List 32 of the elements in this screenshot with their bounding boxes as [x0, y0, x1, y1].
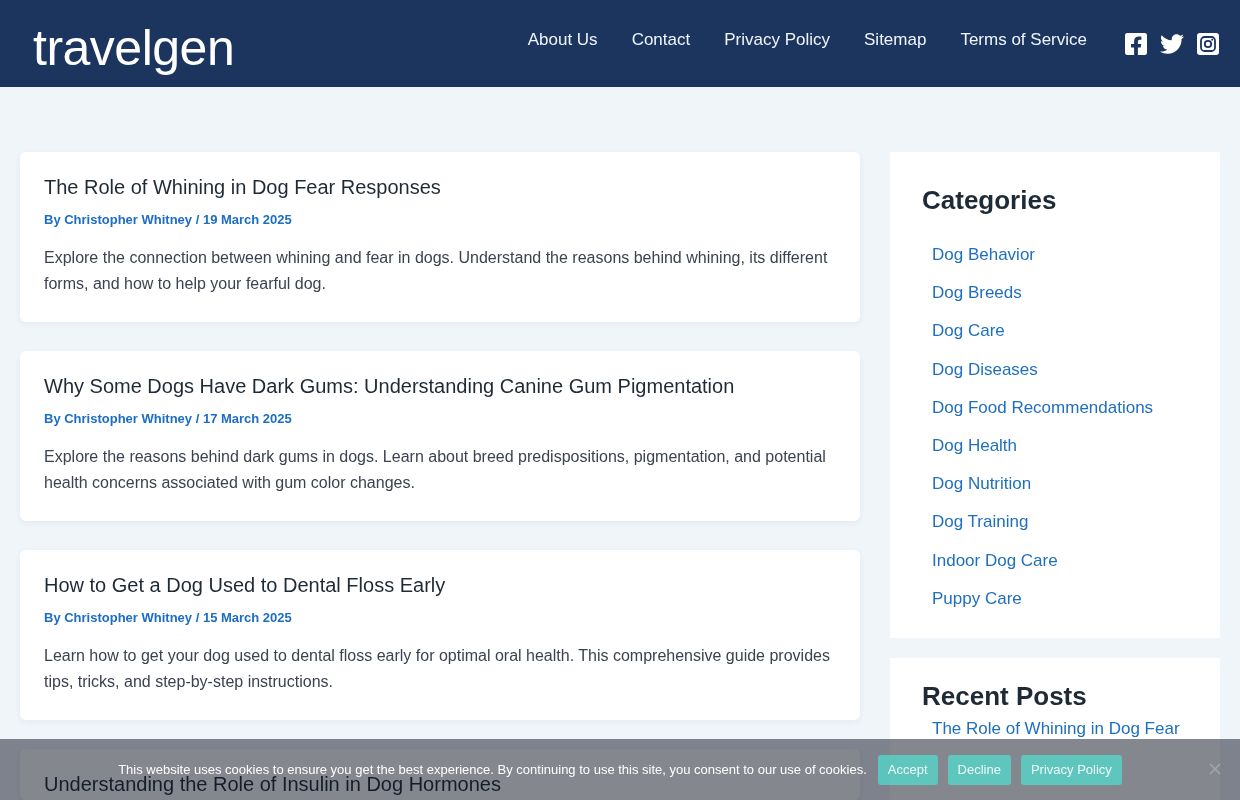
post-excerpt: Explore the connection between whining and fear in dogs. Understand the reasons behind whining, its different forms, and how to help your fearful dog.: [44, 248, 829, 294]
sidebar-link[interactable]: Dog Health: [932, 434, 1018, 459]
nav-link[interactable]: Contact: [631, 28, 691, 52]
nav-link[interactable]: Privacy Policy: [724, 28, 831, 52]
post-excerpt: Learn how to get your dog used to dental floss early for optimal oral health. This comprehensive guide provides tips, tricks, and step-by-step instructions.: [44, 646, 831, 692]
post-meta: By Christopher Whitney / 19 March 2025: [44, 211, 292, 229]
sidebar-link[interactable]: Dog Nutrition: [932, 472, 1032, 497]
sidebar-link[interactable]: Dog Breeds: [932, 281, 1022, 306]
twitter-icon[interactable]: [1160, 34, 1184, 54]
post-meta: By Christopher Whitney / 15 March 2025: [44, 609, 292, 627]
widget-title: Recent Posts: [922, 679, 1087, 712]
post-title[interactable]: How to Get a Dog Used to Dental Floss Early: [44, 574, 446, 596]
sidebar-link[interactable]: Dog Food Recommendations: [932, 395, 1154, 420]
facebook-icon[interactable]: [1125, 33, 1147, 55]
post-excerpt: Explore the reasons behind dark gums in dogs. Learn about breed predispositions, pigmentation, and potential health concerns associated with gum color changes.: [44, 447, 827, 493]
site-logo[interactable]: travelgen: [33, 22, 235, 74]
instagram-icon[interactable]: [1197, 33, 1219, 55]
post-meta: By Christopher Whitney / 17 March 2025: [44, 410, 292, 428]
sidebar-link[interactable]: Puppy Care: [932, 586, 1022, 611]
nav-link[interactable]: Sitemap: [864, 28, 927, 52]
sidebar-link[interactable]: Dog Care: [932, 319, 1005, 344]
nav-link[interactable]: About Us: [527, 28, 598, 52]
sidebar-link[interactable]: Dog Behavior: [932, 243, 1035, 268]
sidebar-link[interactable]: Dog Diseases: [932, 357, 1038, 382]
post-title[interactable]: Why Some Dogs Have Dark Gums: Understanding Canine Gum Pigmentation: [44, 375, 735, 397]
cookie-message: This website uses cookies to ensure you get the best experience. By continuing to use this site, you consent to our use of cookies.: [118, 760, 867, 777]
widget-title: Categories: [922, 184, 1057, 216]
nav-link[interactable]: Terms of Service: [960, 28, 1087, 52]
post-title[interactable]: The Role of Whining in Dog Fear Responses: [44, 176, 441, 198]
sidebar-link[interactable]: Dog Training: [932, 510, 1029, 535]
sidebar-link[interactable]: Indoor Dog Care: [932, 548, 1058, 573]
sidebar-link[interactable]: The Role of Whining in Dog Fear: [932, 716, 1180, 741]
